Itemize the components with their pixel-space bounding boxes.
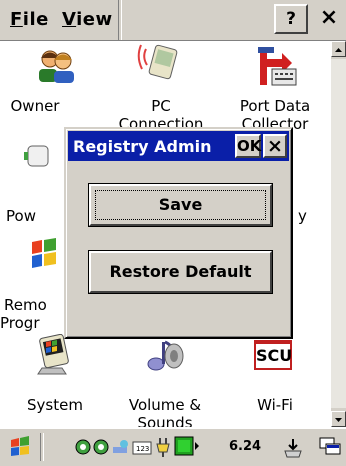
scroll-up-button[interactable] [331, 41, 346, 57]
icon-label-volume-line2: Sounds [137, 414, 193, 427]
icon-label-wifi: Wi-Fi [257, 396, 293, 414]
view-mnemonic: V [62, 9, 77, 30]
save-button[interactable]: Save [89, 184, 272, 226]
speaker-arrow-icon[interactable] [281, 435, 305, 459]
vertical-scrollbar[interactable] [331, 41, 346, 427]
network-icon-2[interactable] [92, 438, 110, 456]
power-icon [24, 145, 49, 167]
remove-programs-icon [32, 238, 56, 268]
power-plug-icon[interactable] [156, 436, 174, 458]
file-label-rest: ile [22, 9, 49, 30]
menu-divider [118, 0, 122, 40]
taskbar: 123 6.24 [0, 428, 346, 466]
icon-label-port-line1: Port Data [239, 97, 311, 115]
desktop-icon[interactable] [318, 435, 342, 459]
close-button[interactable]: × [312, 4, 346, 34]
wifi-scu-icon: SCU [254, 340, 292, 370]
clock[interactable]: 6.24 [229, 439, 261, 454]
menu-bar: File View ? × [0, 0, 346, 41]
owner-icon [39, 50, 74, 83]
battery-icon[interactable] [174, 435, 200, 457]
start-windows-flag-icon[interactable] [8, 435, 32, 459]
volume-sounds-icon [147, 340, 184, 371]
icon-label-y: y [298, 207, 307, 225]
pc-connection-icon [137, 44, 178, 80]
help-button[interactable]: ? [274, 4, 308, 34]
file-mnemonic: F [10, 9, 23, 30]
icon-label-system: System [27, 396, 83, 414]
menu-view[interactable]: View [62, 9, 113, 30]
registry-admin-dialog: Registry Admin OK × Save Restore Default [64, 127, 293, 339]
port-data-collector-icon [258, 47, 297, 86]
system-tray: 123 [74, 432, 224, 462]
restore-default-button[interactable]: Restore Default [89, 251, 272, 293]
system-icon [37, 334, 69, 375]
view-label-rest: iew [76, 9, 113, 30]
icon-label-pow: Pow [6, 207, 36, 225]
scroll-down-arrow-icon [335, 418, 342, 422]
scu-badge-text: SCU [256, 346, 293, 365]
dialog-close-button[interactable]: × [263, 134, 287, 158]
dialog-ok-button[interactable]: OK [235, 134, 261, 158]
restore-default-button-label: Restore Default [109, 262, 252, 281]
dialog-titlebar: Registry Admin OK × [68, 131, 289, 161]
icon-label-remo-line2: Progr [0, 314, 40, 332]
dialog-title: Registry Admin [73, 137, 212, 156]
icon-label-remo-line1: Remo [4, 296, 47, 314]
sync-icon[interactable] [112, 438, 130, 456]
icon-label-volume-line1: Volume & [128, 396, 202, 414]
scroll-up-arrow-icon [335, 48, 342, 52]
scrollbar-track[interactable] [331, 59, 346, 408]
menu-file[interactable]: File [10, 9, 49, 30]
scroll-down-button[interactable] [331, 411, 346, 427]
icon-label-owner: Owner [10, 97, 60, 115]
network-icon[interactable] [74, 438, 92, 456]
focus-ring [95, 190, 266, 220]
svg-text:123: 123 [136, 445, 149, 453]
keyboard-icon[interactable]: 123 [132, 438, 152, 456]
taskbar-divider [40, 433, 44, 461]
icon-label-pc-line1: PC [151, 97, 171, 115]
